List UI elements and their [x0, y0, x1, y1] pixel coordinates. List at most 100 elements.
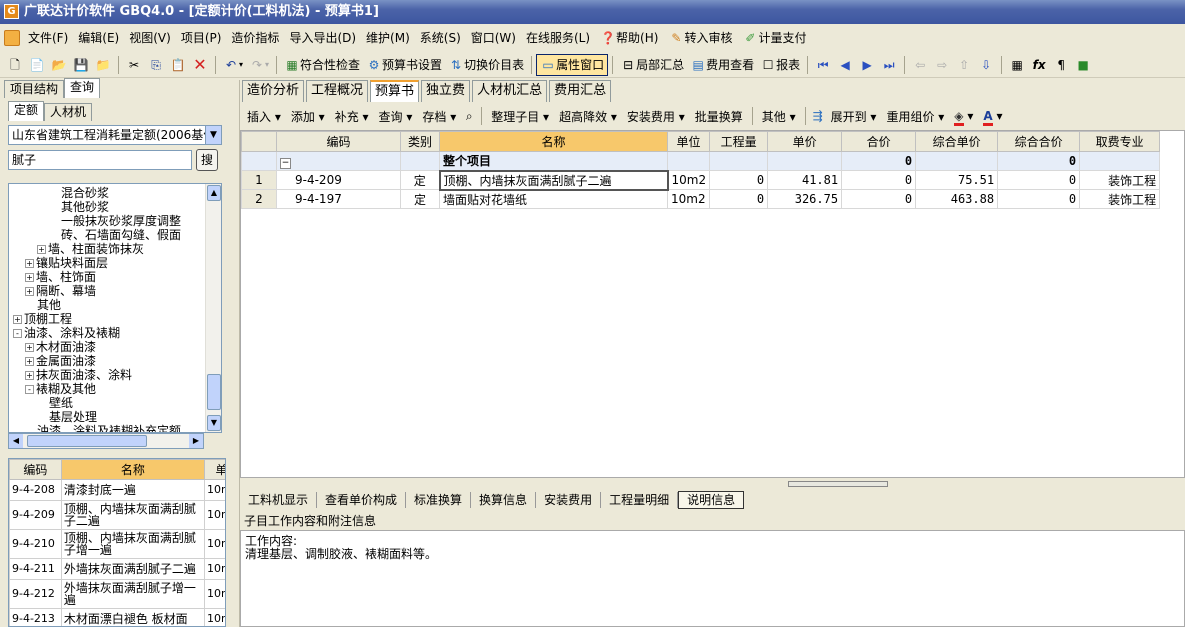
property-window-button[interactable]: ▭ 属性窗口 [536, 53, 609, 76]
tree-node[interactable]: 壁纸 [49, 396, 73, 410]
move-right-button[interactable]: ⇨ [931, 54, 953, 76]
unit-price-cell[interactable]: 326.75 [767, 189, 843, 209]
column-header-unit[interactable]: 单 [204, 459, 225, 480]
chevron-down-icon[interactable]: ▼ [205, 126, 221, 144]
save-button[interactable]: 💾 [70, 54, 92, 76]
tree-node[interactable]: - 裱糊及其他 [25, 382, 96, 396]
tab-cost-analysis[interactable]: 造价分析 [242, 80, 305, 102]
type-cell[interactable]: 定 [400, 170, 440, 190]
table-row[interactable]: 9-4-211外墙抹灰面满刮腻子二遍10m [9, 558, 225, 580]
fee-major-cell[interactable]: 装饰工程 [1079, 170, 1161, 190]
supplement-button[interactable]: 补充 ▾ [330, 108, 374, 125]
summary-row[interactable]: − 整个项目 0 0 [241, 151, 1161, 171]
install-fee-button[interactable]: 安装费用 ▾ [622, 108, 690, 125]
paragraph-button[interactable]: ¶ [1050, 54, 1072, 76]
row-number[interactable]: 2 [241, 189, 277, 209]
total-cell[interactable]: 0 [841, 189, 917, 209]
next-button[interactable]: ▶ [856, 54, 878, 76]
copy-button[interactable]: ⎘ [145, 54, 167, 76]
table-row[interactable]: 9-4-208清漆封底一遍10m [9, 479, 225, 501]
move-left-button[interactable]: ⇦ [909, 54, 931, 76]
menu-measure-pay[interactable]: ✐ 计量支付 [737, 27, 811, 49]
name-cell[interactable]: 顶棚、内墙抹灰面满刮腻子二遍 [438, 169, 669, 191]
type-cell[interactable]: 定 [400, 189, 440, 209]
menu-cost-index[interactable]: 造价指标 [226, 27, 284, 49]
tree-node[interactable]: 基层处理 [49, 410, 97, 424]
search-button[interactable]: 搜 [196, 149, 218, 171]
collapse-icon[interactable]: − [280, 157, 291, 169]
tree-node[interactable]: + 抹灰面油漆、涂料 [25, 368, 132, 382]
tree-node[interactable]: + 墙、柱饰面 [25, 270, 96, 284]
first-button[interactable]: ⏮ [812, 54, 834, 76]
other-button[interactable]: 其他 ▾ [757, 108, 801, 125]
tree-node[interactable]: 混合砂浆 [61, 186, 109, 200]
unit-cell[interactable]: 10m2 [666, 189, 711, 209]
formula-button[interactable]: fx [1028, 54, 1050, 76]
column-header-composite-price[interactable]: 综合单价 [915, 131, 999, 152]
total-cell[interactable]: 0 [841, 170, 917, 190]
tab-install-fee[interactable]: 安装费用 [536, 492, 602, 508]
tree-node[interactable]: + 墙、柱面装饰抹灰 [37, 242, 144, 256]
column-header-name[interactable]: 名称 [439, 131, 668, 152]
tree-node[interactable]: + 隔断、幕墙 [25, 284, 96, 298]
tree-node[interactable]: 其他砂浆 [61, 200, 109, 214]
column-header-type[interactable]: 类别 [400, 131, 440, 152]
open-button[interactable]: 📂 [48, 54, 70, 76]
scroll-right-icon[interactable]: ▶ [189, 434, 203, 448]
column-header-name[interactable]: 名称 [60, 459, 206, 480]
table-row[interactable]: 1 9-4-209 定顶棚、内墙抹灰面满刮腻子二遍 10m2 0 41.81 0 75.51 0… [241, 169, 1161, 191]
undo-button[interactable]: ↶ ▾ [220, 54, 246, 76]
report-button[interactable]: ☐ 报表 [757, 54, 803, 76]
menu-help[interactable]: ❓帮助(H) [595, 27, 663, 49]
expand-icon[interactable]: + [25, 371, 34, 380]
menu-project[interactable]: 项目(P) [176, 27, 227, 49]
unit-cell[interactable]: 10m2 [666, 170, 711, 190]
tab-project-structure[interactable]: 项目结构 [4, 80, 65, 98]
expand-icon[interactable]: + [25, 357, 34, 366]
budget-settings-button[interactable]: ⚙ 预算书设置 [363, 54, 445, 76]
menu-transfer-review[interactable]: ✎ 转入审核 [663, 27, 737, 49]
composite-total-cell[interactable]: 0 [997, 189, 1081, 209]
tree-node[interactable]: 砖、石墙面勾缝、假面 [61, 228, 181, 242]
column-header-composite-total[interactable]: 综合合价 [997, 131, 1081, 152]
fee-major-cell[interactable]: 装饰工程 [1079, 189, 1161, 209]
table-row[interactable]: 9-4-212外墙抹灰面满刮腻子增一遍10m [9, 579, 225, 609]
font-color-button[interactable]: A ▾ [978, 109, 1007, 126]
menu-edit[interactable]: 编辑(E) [73, 27, 124, 49]
expand-to-button[interactable]: 展开到 ▾ [826, 108, 882, 125]
horizontal-splitter[interactable] [788, 481, 888, 487]
redo-button[interactable]: ↷ ▾ [246, 54, 272, 76]
reuse-pricing-button[interactable]: 重用组价 ▾ [881, 108, 949, 125]
open-folder-button[interactable]: 📁 [92, 54, 114, 76]
column-header-code[interactable]: 编码 [9, 459, 62, 480]
menu-file[interactable]: 文件(F) [23, 27, 73, 49]
column-header-quantity[interactable]: 工程量 [709, 131, 769, 152]
expand-icon[interactable]: + [25, 343, 34, 352]
add-button[interactable]: 添加 ▾ [286, 108, 330, 125]
collapse-toggle[interactable]: − [276, 151, 401, 171]
tab-quantity-detail[interactable]: 工程量明细 [601, 492, 679, 508]
menu-window[interactable]: 窗口(W) [466, 27, 521, 49]
expand-icon[interactable]: + [37, 245, 46, 254]
delete-button[interactable]: ✕ [189, 54, 211, 76]
archive-button[interactable]: 存档 ▾ [417, 108, 461, 125]
move-down-button[interactable]: ⇩ [975, 54, 997, 76]
batch-convert-button[interactable]: 批量换算 [690, 108, 748, 125]
cut-button[interactable]: ✂ [123, 54, 145, 76]
collapse-icon[interactable]: - [13, 329, 22, 338]
code-cell[interactable]: 9-4-197 [276, 189, 401, 209]
cube-button[interactable]: ■ [1072, 54, 1094, 76]
quantity-cell[interactable]: 0 [709, 170, 769, 190]
table-row[interactable]: 9-4-209顶棚、内墙抹灰面满刮腻子二遍10m [9, 500, 225, 530]
previous-button[interactable]: ◀ [834, 54, 856, 76]
column-header-code[interactable]: 编码 [276, 131, 401, 152]
tab-labor-material-summary[interactable]: 人材机汇总 [472, 80, 548, 102]
row-number[interactable]: 1 [241, 170, 277, 190]
tab-conversion-info[interactable]: 换算信息 [471, 492, 537, 508]
app-menu-icon[interactable] [4, 30, 20, 46]
paste-button[interactable]: 📋 [167, 54, 189, 76]
tree-node[interactable]: + 镶贴块料面层 [25, 256, 108, 270]
table-row[interactable]: 9-4-210顶棚、内墙抹灰面满刮腻子增一遍10m [9, 529, 225, 559]
calculator-button[interactable]: ▦ [1006, 54, 1028, 76]
query-button[interactable]: 查询 ▾ [374, 108, 418, 125]
